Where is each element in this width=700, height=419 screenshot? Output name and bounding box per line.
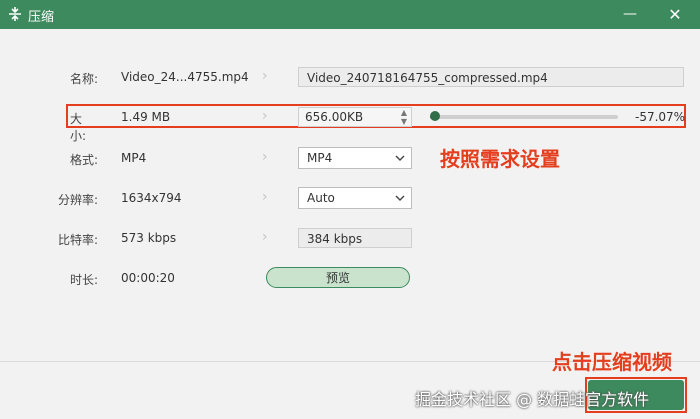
value-format: MP4 [121,151,147,165]
preview-button[interactable]: 预览 [266,267,410,288]
chevron-right-icon: › [262,189,268,205]
value-name: Video_24...4755.mp4 [121,70,249,84]
annotation-click-compress: 点击压缩视频 [552,350,672,374]
target-size-value: 656.00KB [305,110,364,124]
format-selected: MP4 [307,151,333,165]
value-resolution: 1634x794 [121,191,182,205]
resolution-selected: Auto [307,191,335,205]
row-name: 名称: Video_24...4755.mp4 › Video_24071816… [0,62,700,92]
label-size: 大小: [70,112,87,143]
label-bitrate: 比特率: [57,233,98,247]
format-select[interactable]: MP4 [298,147,412,169]
watermark: 掘金技术社区 @ 数据蛙官方软件 [415,390,650,409]
size-reduction-percent: -57.07% [635,110,686,124]
chevron-down-icon [395,195,405,201]
chevron-down-icon [395,155,405,161]
chevron-right-icon: › [262,229,268,245]
title-bar: 压缩 — ✕ [0,0,700,29]
size-slider-handle[interactable] [429,111,440,121]
chevron-right-icon: › [262,108,268,124]
label-resolution: 分辨率: [57,193,98,207]
label-name: 名称: [69,72,98,86]
close-button[interactable]: ✕ [655,0,695,29]
label-duration: 时长: [69,273,98,287]
row-bitrate: 比特率: 573 kbps › 384 kbps [0,223,700,253]
minimize-button[interactable]: — [610,0,650,29]
chevron-right-icon: › [262,149,268,165]
output-filename-field[interactable]: Video_240718164755_compressed.mp4 [298,67,684,87]
chevron-down-icon[interactable]: ▼ [401,118,407,126]
value-duration: 00:00:20 [121,271,175,285]
row-resolution: 分辨率: 1634x794 › Auto [0,183,700,213]
chevron-up-icon[interactable]: ▲ [401,109,407,117]
target-size-stepper[interactable]: 656.00KB ▲ ▼ [298,107,412,127]
value-bitrate: 573 kbps [121,231,177,245]
window-title: 压缩 [28,10,55,25]
chevron-right-icon: › [262,68,268,84]
size-slider-track[interactable] [430,115,618,119]
resolution-select[interactable]: Auto [298,187,412,209]
label-format: 格式: [69,153,98,167]
row-format: 格式: MP4 › MP4 [0,143,700,173]
compress-icon [9,7,21,21]
output-bitrate-field[interactable]: 384 kbps [298,228,412,248]
value-size: 1.49 MB [121,110,171,124]
